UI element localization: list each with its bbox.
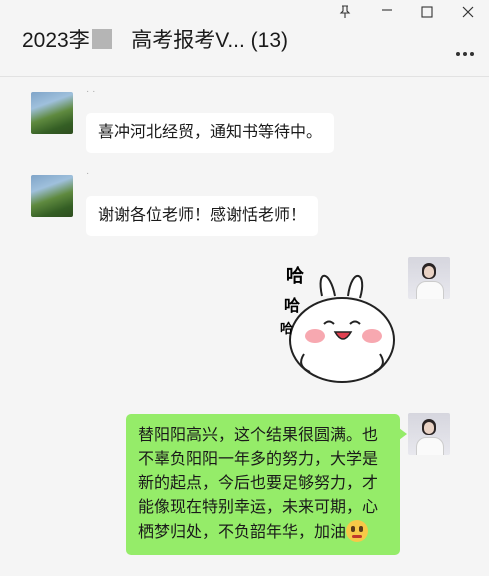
- avatar[interactable]: [31, 175, 73, 217]
- sender-name: · ·: [86, 86, 96, 97]
- sender-name: ·: [86, 168, 90, 179]
- sticker-text: 哈: [286, 266, 304, 286]
- sticker[interactable]: 哈 哈 哈: [280, 258, 395, 388]
- smile-emoji-icon: [346, 520, 369, 542]
- sticker-text: 哈: [280, 321, 294, 336]
- more-dots-icon[interactable]: [455, 44, 475, 62]
- chat-title-suffix: 高考报考V...: [131, 29, 245, 52]
- redaction-block: [91, 29, 112, 49]
- avatar[interactable]: [408, 413, 450, 455]
- message-bubble-self[interactable]: 替阳阳高兴，这个结果很圆满。也不辜负阳阳一年多的努力，大学是新的起点，今后也要足…: [126, 414, 407, 555]
- minimize-icon[interactable]: [380, 3, 394, 20]
- message-bubble[interactable]: 喜冲河北经贸，通知书等待中。: [86, 113, 335, 153]
- close-icon[interactable]: [461, 5, 475, 22]
- maximize-icon[interactable]: [420, 5, 434, 22]
- avatar[interactable]: [408, 257, 450, 299]
- avatar[interactable]: [31, 92, 73, 134]
- member-count: (13): [250, 29, 289, 52]
- message-text: 替阳阳高兴，这个结果很圆满。也不辜负阳阳一年多的努力，大学是新的起点，今后也要足…: [138, 427, 379, 541]
- chat-title-prefix: 2023李: [22, 29, 90, 52]
- chat-title[interactable]: 2023李 高考报考V... (13): [22, 24, 288, 54]
- sticker-text: 哈: [284, 298, 301, 315]
- pin-icon[interactable]: [338, 5, 352, 22]
- message-bubble[interactable]: 谢谢各位老师！感谢恬老师！: [86, 196, 319, 236]
- chat-header: 2023李 高考报考V... (13): [0, 0, 489, 77]
